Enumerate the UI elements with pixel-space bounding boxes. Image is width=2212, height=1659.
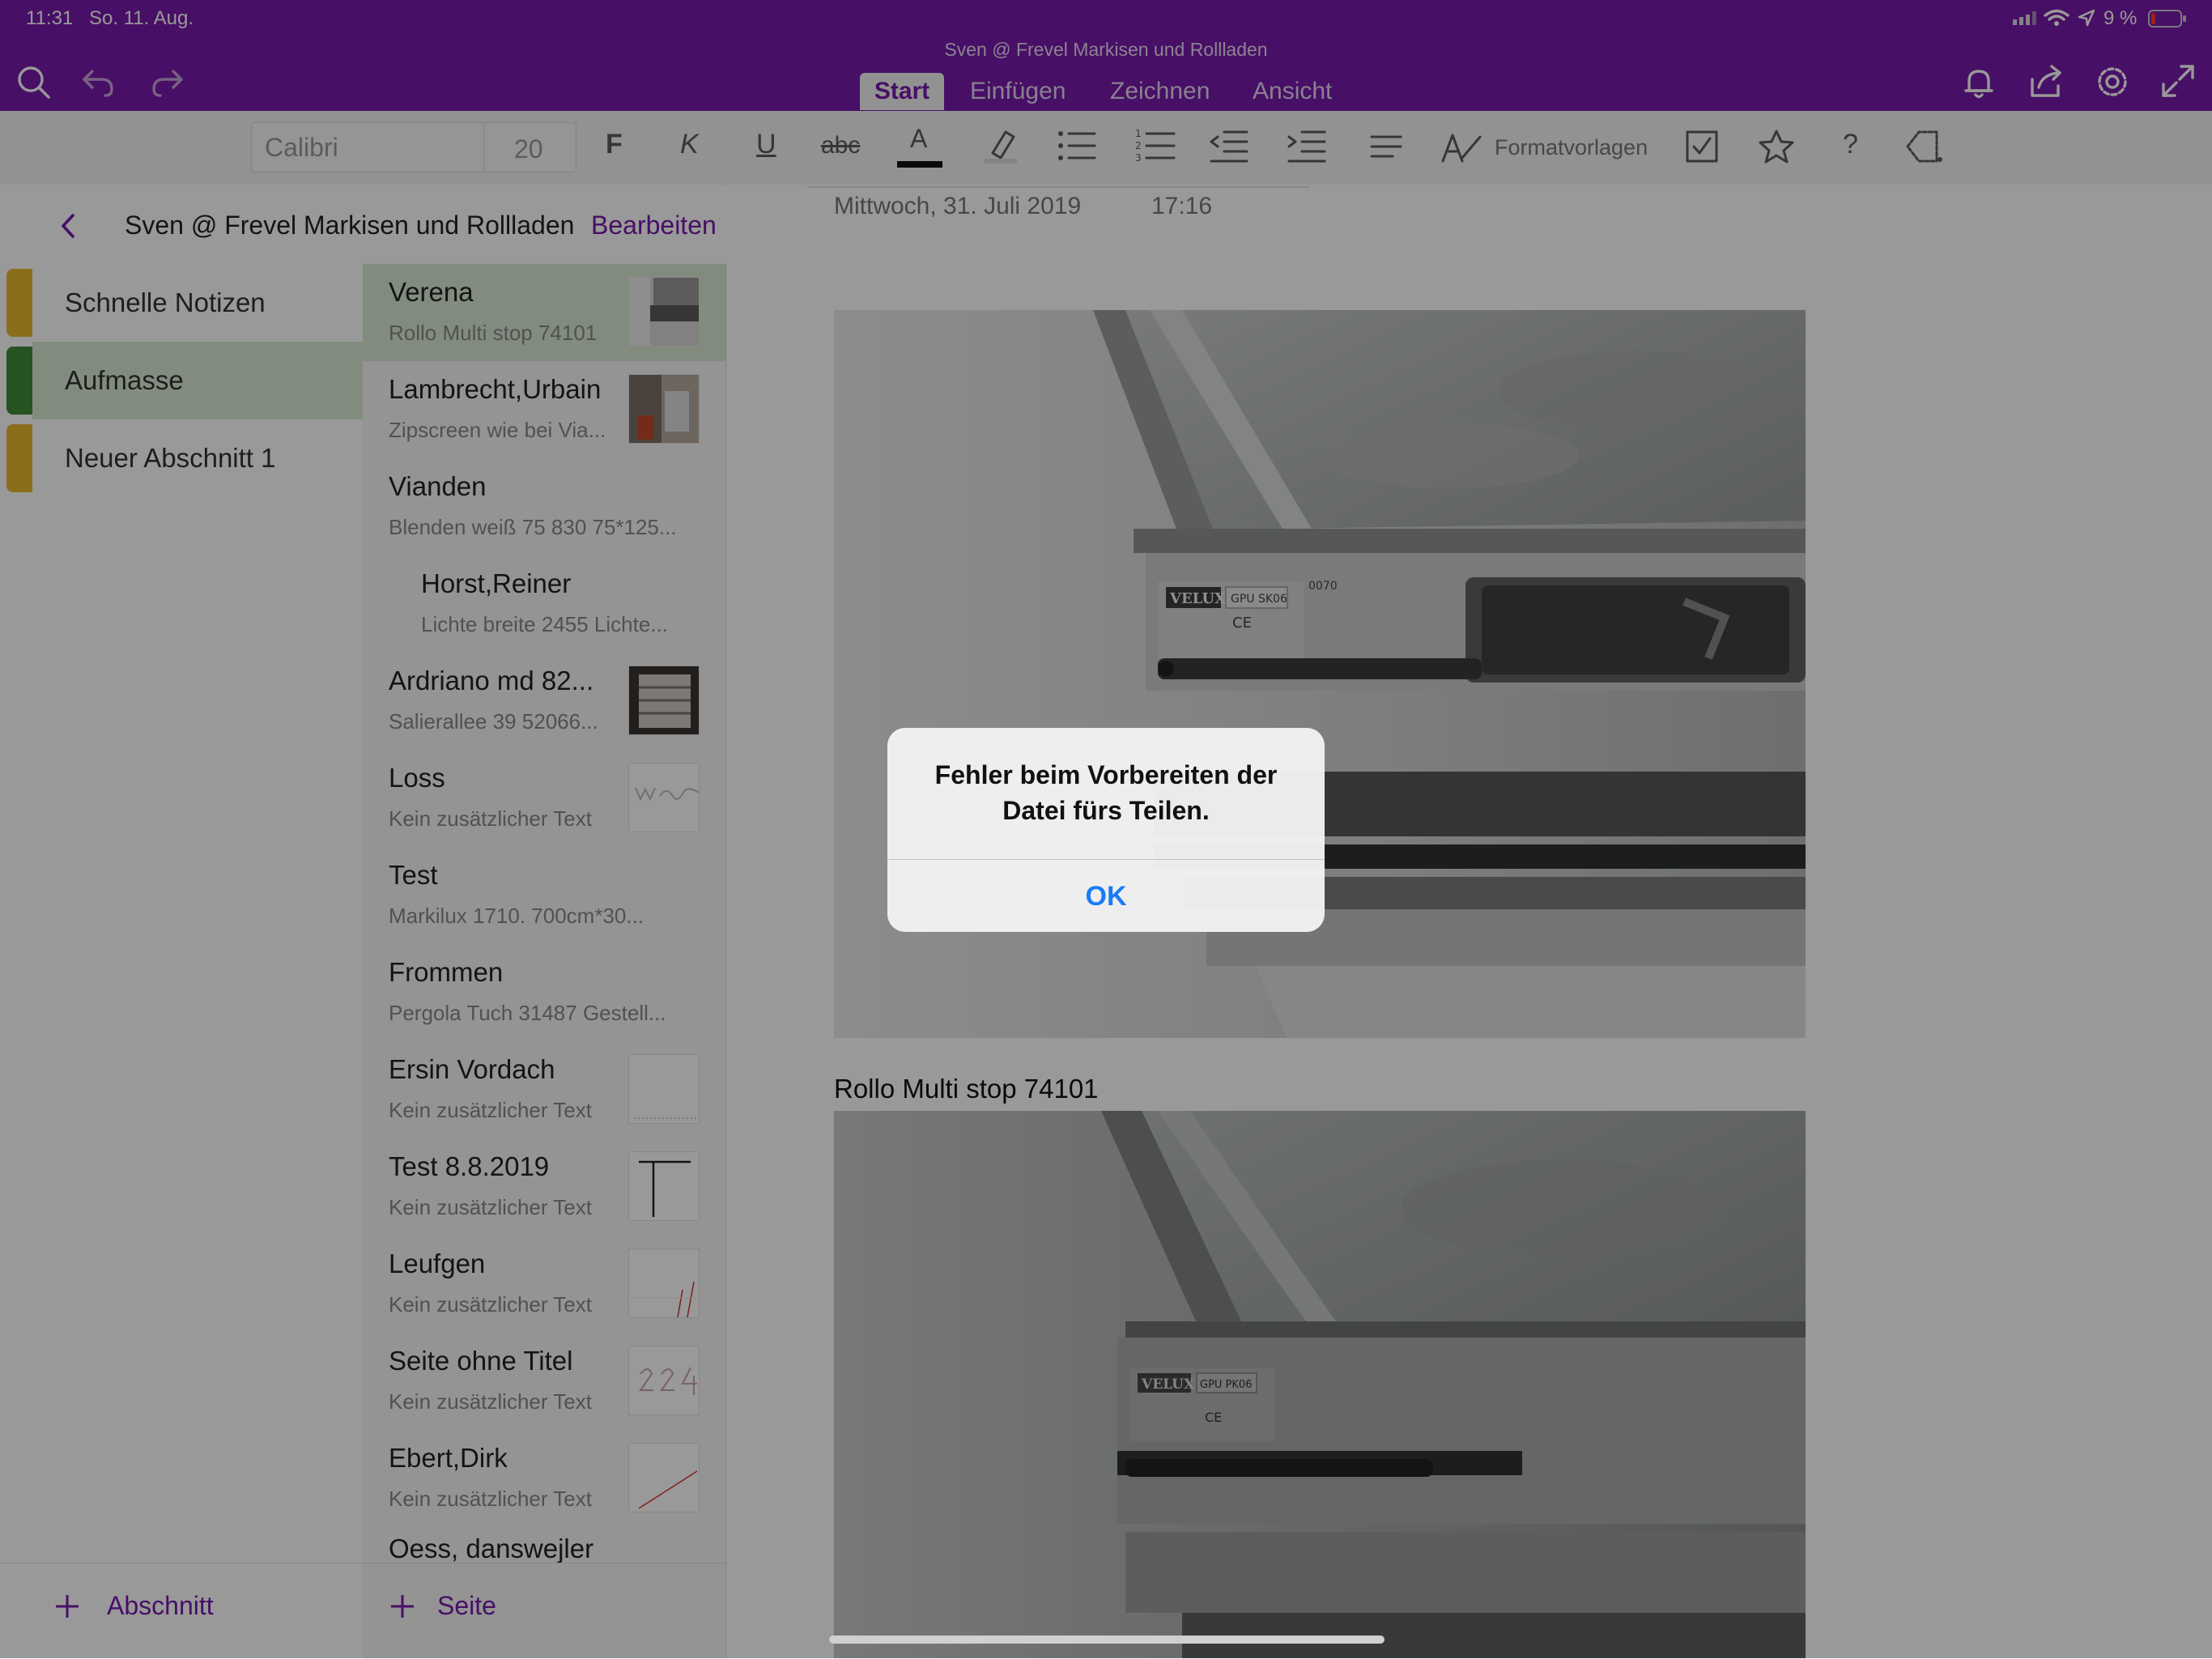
ok-button[interactable]: OK <box>887 859 1325 932</box>
home-indicator[interactable] <box>829 1636 1385 1644</box>
alert-message: Fehler beim Vorbereiten der Datei fürs T… <box>934 760 1278 825</box>
error-alert-dialog: Fehler beim Vorbereiten der Datei fürs T… <box>887 728 1325 932</box>
